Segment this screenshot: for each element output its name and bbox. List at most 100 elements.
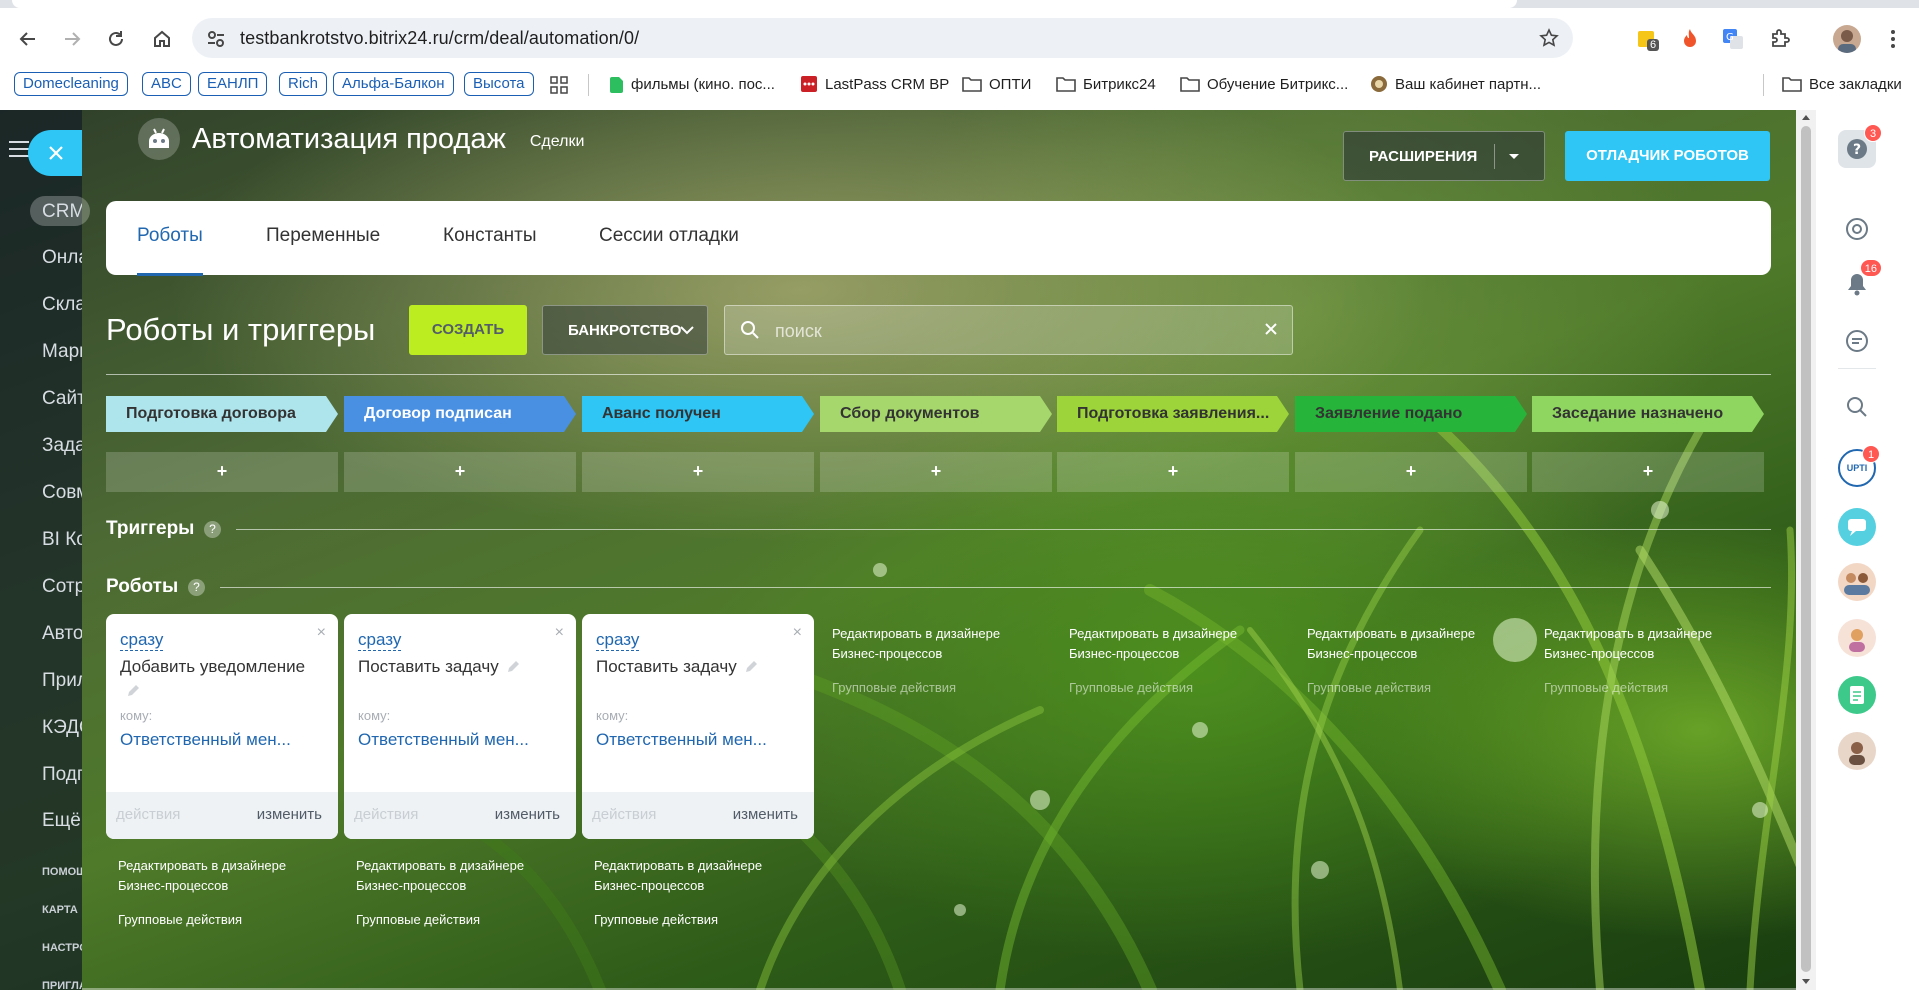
extension-fire[interactable] — [1676, 25, 1704, 53]
designer-link[interactable]: Редактировать в дизайнере Бизнес-процесс… — [1307, 624, 1507, 664]
reload-button[interactable] — [100, 23, 132, 55]
tab-constants[interactable]: Константы — [443, 225, 537, 247]
recipient-value[interactable]: Ответственный мен... — [358, 730, 529, 750]
robot-delay[interactable]: сразу — [120, 630, 164, 651]
home-button[interactable] — [146, 23, 178, 55]
tasks-app-button[interactable] — [1838, 676, 1876, 714]
robot-actions-link[interactable]: действия — [354, 806, 418, 823]
category-select[interactable]: БАНКРОТСТВО — [542, 305, 708, 355]
tab-variables[interactable]: Переменные — [266, 225, 380, 247]
group-actions-link[interactable]: Групповые действия — [356, 910, 480, 930]
bookmark-lastpass[interactable]: LastPass CRM BP — [800, 72, 949, 96]
bookmark-vysota[interactable]: Высота — [464, 72, 534, 96]
bookmark-domecleaning[interactable]: Domecleaning — [14, 72, 128, 96]
designer-link[interactable]: Редактировать в дизайнере Бизнес-процесс… — [1069, 624, 1269, 664]
bookmark-abc[interactable]: ABC — [142, 72, 191, 96]
robot-edit-link[interactable]: изменить — [495, 806, 560, 823]
menu-link-help[interactable]: ПОМОЩЬ — [42, 866, 82, 878]
bookmark-rich[interactable]: Rich — [279, 72, 328, 96]
bookmark-eanlp[interactable]: ЕАНЛП — [198, 72, 268, 96]
robot-edit-link[interactable]: изменить — [733, 806, 798, 823]
add-trigger-stage-1[interactable]: + — [106, 452, 338, 492]
robot-debugger-button[interactable]: ОТЛАДЧИК РОБОТОВ — [1565, 131, 1770, 181]
robot-delay[interactable]: сразу — [596, 630, 640, 651]
add-trigger-stage-7[interactable]: + — [1532, 452, 1764, 492]
designer-link[interactable]: Редактировать в дизайнере Бизнес-процесс… — [1544, 624, 1744, 664]
clear-search-icon[interactable] — [1264, 322, 1278, 336]
robots-help-icon[interactable]: ? — [188, 579, 205, 596]
robot-actions-link[interactable]: действия — [116, 806, 180, 823]
menu-item-tasks[interactable]: Задачи — [42, 435, 82, 457]
menu-item-more[interactable]: Ещё — [42, 810, 82, 832]
group-actions-link[interactable]: Групповые действия — [1544, 678, 1668, 698]
robot-card[interactable]: сразу × Поставить задачу кому: Ответстве… — [582, 614, 814, 839]
recipient-value[interactable]: Ответственный мен... — [120, 730, 291, 750]
bookmark-alfa-balkon[interactable]: Альфа-Балкон — [333, 72, 454, 96]
designer-link[interactable]: Редактировать в дизайнере Бизнес-процесс… — [356, 856, 556, 896]
pencil-icon[interactable] — [744, 660, 758, 674]
robot-actions-link[interactable]: действия — [592, 806, 656, 823]
extensions-button[interactable]: РАСШИРЕНИЯ — [1343, 131, 1545, 181]
group-actions-link[interactable]: Групповые действия — [118, 910, 242, 930]
menu-item-crm[interactable]: CRM — [42, 201, 82, 223]
user-avatar-2[interactable] — [1838, 732, 1876, 770]
address-bar[interactable]: testbankrotstvo.bitrix24.ru/crm/deal/aut… — [192, 18, 1573, 58]
open-lines-button[interactable] — [1838, 508, 1876, 546]
menu-item-sites[interactable]: Сайты — [42, 388, 82, 410]
search-input[interactable] — [775, 318, 1225, 344]
create-button[interactable]: СОЗДАТЬ — [409, 305, 527, 355]
extension-notes[interactable]: 6 — [1633, 25, 1661, 53]
back-button[interactable] — [12, 23, 44, 55]
add-trigger-stage-5[interactable]: + — [1057, 452, 1289, 492]
scroll-up-icon[interactable] — [1801, 113, 1811, 121]
robot-edit-link[interactable]: изменить — [257, 806, 322, 823]
current-tab[interactable] — [12, 0, 1517, 8]
menu-link-invite[interactable]: ПРИГЛАСИТЬ — [42, 980, 82, 990]
group-actions-link[interactable]: Групповые действия — [1307, 678, 1431, 698]
extensions-button[interactable] — [1766, 25, 1794, 53]
group-actions-link[interactable]: Групповые действия — [832, 678, 956, 698]
robot-delay[interactable]: сразу — [358, 630, 402, 651]
bookmark-films[interactable]: фильмы (кино. пос... — [608, 72, 775, 96]
forward-button[interactable] — [56, 23, 88, 55]
add-trigger-stage-6[interactable]: + — [1295, 452, 1527, 492]
scrollbar-thumb[interactable] — [1801, 126, 1811, 972]
menu-item-warehouse[interactable]: Склад — [42, 294, 82, 316]
scroll-down-icon[interactable] — [1801, 978, 1811, 986]
close-slider-button[interactable] — [28, 130, 82, 176]
menu-link-map[interactable]: КАРТА — [42, 904, 82, 916]
menu-item-subscriptions[interactable]: Подписки — [42, 764, 82, 786]
menu-item-apps[interactable]: Приложения — [42, 670, 82, 692]
help-button[interactable]: ? 3 — [1838, 124, 1882, 168]
designer-link[interactable]: Редактировать в дизайнере Бизнес-процесс… — [594, 856, 794, 896]
browser-menu-button[interactable] — [1879, 25, 1907, 53]
add-trigger-stage-4[interactable]: + — [820, 452, 1052, 492]
all-bookmarks[interactable]: Все закладки — [1782, 72, 1902, 96]
delete-robot-icon[interactable]: × — [555, 624, 564, 642]
pencil-icon[interactable] — [126, 684, 140, 698]
add-trigger-stage-3[interactable]: + — [582, 452, 814, 492]
menu-item-bi[interactable]: BI Конструктор — [42, 529, 82, 551]
tab-debug-sessions[interactable]: Сессии отладки — [599, 225, 739, 247]
upti-app-button[interactable]: UPTI 1 — [1838, 445, 1880, 487]
group-chat-avatar[interactable] — [1838, 563, 1876, 601]
robot-card[interactable]: сразу × Добавить уведомление кому: Ответ… — [106, 614, 338, 839]
menu-item-marketing[interactable]: Маркетинг — [42, 341, 82, 363]
triggers-help-icon[interactable]: ? — [204, 521, 221, 538]
add-trigger-stage-2[interactable]: + — [344, 452, 576, 492]
tab-robots[interactable]: Роботы — [137, 225, 203, 247]
page-scrollbar[interactable] — [1796, 110, 1816, 990]
hamburger-menu-icon[interactable] — [8, 140, 30, 158]
caret-down-icon[interactable] — [1506, 146, 1522, 166]
designer-link[interactable]: Редактировать в дизайнере Бизнес-процесс… — [832, 624, 1032, 664]
menu-item-automation[interactable]: Автоматизация — [42, 623, 82, 645]
pencil-icon[interactable] — [506, 660, 520, 674]
extension-translate[interactable]: G — [1719, 25, 1747, 53]
bookmark-folder-learning[interactable]: Обучение Битрикс... — [1180, 72, 1348, 96]
bookmark-partner-cabinet[interactable]: Ваш кабинет партн... — [1370, 72, 1541, 96]
group-actions-link[interactable]: Групповые действия — [1069, 678, 1193, 698]
bookmark-folder-bitrix24[interactable]: Битрикс24 — [1056, 72, 1156, 96]
menu-link-settings[interactable]: НАСТРОЙКИ — [42, 942, 82, 954]
user-avatar-1[interactable] — [1838, 619, 1876, 657]
group-actions-link[interactable]: Групповые действия — [594, 910, 718, 930]
